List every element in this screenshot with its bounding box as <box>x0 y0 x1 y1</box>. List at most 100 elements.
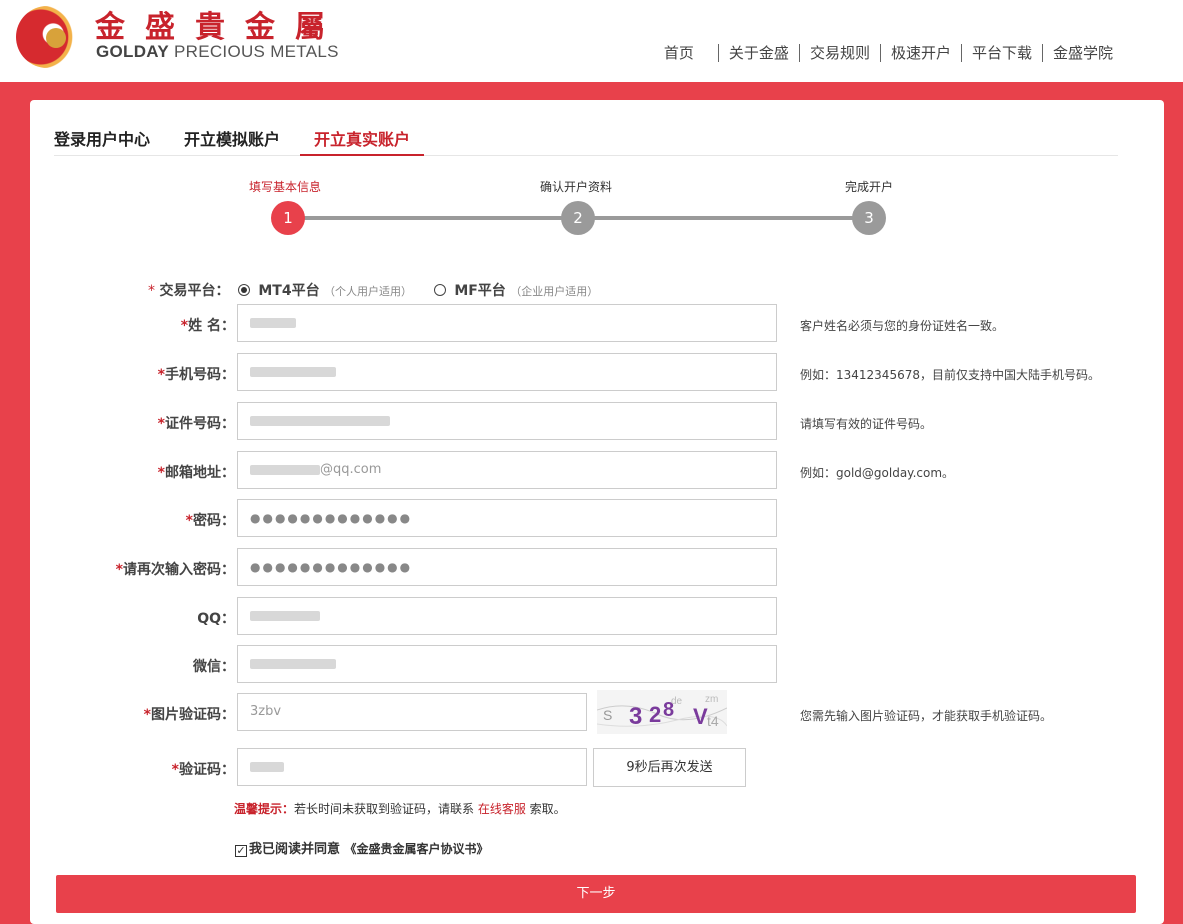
tip-text: 若长时间未获取到验证码，请联系 <box>294 802 478 816</box>
password-label: *密码： <box>185 513 235 529</box>
id-hint: 请填写有效的证件号码。 <box>800 417 933 431</box>
redacted-value <box>250 317 296 328</box>
email-label: *邮箱地址： <box>157 465 235 481</box>
required-star: * <box>148 283 155 299</box>
sms-label: *验证码： <box>171 762 235 778</box>
step-label-1: 填写基本信息 <box>249 180 322 194</box>
resend-code-button[interactable]: 9秒后再次发送 <box>593 748 746 787</box>
agreement-link[interactable]: 《金盛贵金属客户协议书》 <box>345 842 489 856</box>
logo-cn-text[interactable]: 金盛貴金屬 <box>95 2 345 46</box>
svg-text:t4: t4 <box>707 713 719 729</box>
email-hint: 例如：gold@golday.com。 <box>800 466 955 480</box>
phone-label: *手机号码： <box>157 367 235 383</box>
password-confirm-label: *请再次输入密码： <box>115 562 235 578</box>
sms-label-text: 验证码： <box>179 762 235 778</box>
captcha-field[interactable]: 3zbv <box>237 693 587 731</box>
redacted-value <box>250 366 336 377</box>
nav-separator <box>717 43 719 62</box>
online-service-link[interactable]: 在线客服 <box>478 802 526 816</box>
redacted-value <box>250 761 284 772</box>
password-confirm-field[interactable]: ●●●●●●●●●●●●● <box>237 548 777 586</box>
step-label-3: 完成开户 <box>845 180 894 194</box>
nav-about[interactable]: 关于金盛 <box>729 42 789 63</box>
tab-login[interactable]: 登录用户中心 <box>54 122 150 156</box>
account-tabs: 登录用户中心 开立模拟账户 开立真实账户 <box>54 122 1118 156</box>
logo-icon[interactable] <box>16 6 78 68</box>
svg-text:S: S <box>603 707 612 723</box>
qq-field[interactable] <box>237 597 777 635</box>
step-circle-1: 1 <box>271 201 305 235</box>
nav-separator <box>798 43 800 62</box>
name-label: *姓 名： <box>180 318 235 334</box>
tip-suffix: 索取。 <box>525 802 566 816</box>
tab-real-account[interactable]: 开立真实账户 <box>300 122 425 156</box>
nav-separator <box>960 43 962 62</box>
step-circle-2: 2 <box>561 201 595 235</box>
logo-en-bold: GOLDAY <box>96 42 169 61</box>
phone-field[interactable] <box>237 353 777 391</box>
form-card: 登录用户中心 开立模拟账户 开立真实账户 填写基本信息 确认开户资料 完成开户 … <box>30 100 1164 924</box>
captcha-graphic: S 3 2 8 V t4 de zm <box>597 694 727 730</box>
captcha-label: *图片验证码： <box>143 707 235 723</box>
svg-text:3: 3 <box>629 703 642 730</box>
site-header: 金盛貴金屬 GOLDAY PRECIOUS METALS 首页 关于金盛 交易规… <box>0 0 1183 82</box>
top-nav: 首页 关于金盛 交易规则 极速开户 平台下载 金盛学院 <box>664 42 1113 63</box>
captcha-hint: 您需先输入图片验证码，才能获取手机验证码。 <box>800 709 1053 723</box>
nav-separator <box>1041 43 1043 62</box>
platform-mf-name[interactable]: MF平台 <box>454 283 506 299</box>
logo-en-text[interactable]: GOLDAY PRECIOUS METALS <box>96 42 339 62</box>
step-label-2: 确认开户资料 <box>540 180 613 194</box>
agree-checkbox[interactable]: ✓ <box>235 845 247 857</box>
redacted-value <box>250 415 390 426</box>
password-confirm-label-text: 请再次输入密码： <box>123 562 235 578</box>
platform-mt4-note: （个人用户适用） <box>324 285 413 298</box>
nav-download[interactable]: 平台下载 <box>972 42 1032 63</box>
name-hint: 客户姓名必须与您的身份证姓名一致。 <box>800 319 1005 333</box>
agreement-row: ✓ 我已阅读并同意 《金盛贵金属客户协议书》 <box>235 838 489 857</box>
nav-academy[interactable]: 金盛学院 <box>1053 42 1113 63</box>
svg-text:V: V <box>693 704 708 729</box>
email-field[interactable]: @qq.com <box>237 451 777 489</box>
tip-prefix: 温馨提示： <box>234 802 295 816</box>
logo-inner <box>46 28 66 48</box>
warm-tip: 温馨提示：若长时间未获取到验证码，请联系 在线客服 索取。 <box>234 800 566 817</box>
platform-selector: * 交易平台： MT4平台 （个人用户适用） MF平台 （企业用户适用） <box>148 280 598 300</box>
svg-text:2: 2 <box>649 702 661 727</box>
sms-code-field[interactable] <box>237 748 587 786</box>
platform-mf-note: （企业用户适用） <box>510 285 599 298</box>
nav-home[interactable]: 首页 <box>664 42 694 63</box>
nav-open-account[interactable]: 极速开户 <box>891 42 951 63</box>
id-label: *证件号码： <box>157 416 235 432</box>
logo-en-rest: PRECIOUS METALS <box>168 42 339 61</box>
platform-mt4-radio[interactable] <box>237 284 250 296</box>
next-step-button[interactable]: 下一步 <box>56 875 1136 913</box>
id-label-text: 证件号码： <box>165 416 235 432</box>
nav-separator <box>879 43 881 62</box>
password-label-text: 密码： <box>193 513 235 529</box>
step-circle-3: 3 <box>852 201 886 235</box>
wechat-label: 微信： <box>193 659 235 675</box>
id-number-field[interactable] <box>237 402 777 440</box>
wechat-field[interactable] <box>237 645 777 683</box>
platform-label: 交易平台： <box>159 283 230 299</box>
email-suffix: @qq.com <box>320 462 382 477</box>
svg-text:zm: zm <box>705 694 718 705</box>
redacted-value <box>250 464 320 475</box>
nav-rules[interactable]: 交易规则 <box>810 42 870 63</box>
redacted-value <box>250 610 320 621</box>
qq-label: QQ： <box>197 611 235 627</box>
step-line <box>288 216 568 220</box>
phone-label-text: 手机号码： <box>165 367 235 383</box>
captcha-image[interactable]: S 3 2 8 V t4 de zm <box>597 690 727 734</box>
password-field[interactable]: ●●●●●●●●●●●●● <box>237 499 777 537</box>
platform-mt4-name[interactable]: MT4平台 <box>258 283 319 299</box>
name-label-text: 姓 名： <box>188 318 235 334</box>
step-line <box>578 216 868 220</box>
name-field[interactable] <box>237 304 777 342</box>
svg-text:de: de <box>671 696 683 707</box>
email-label-text: 邮箱地址： <box>165 465 235 481</box>
platform-mf-radio[interactable] <box>433 284 446 296</box>
redacted-value <box>250 658 336 669</box>
tab-demo-account[interactable]: 开立模拟账户 <box>184 122 280 156</box>
phone-hint: 例如：13412345678，目前仅支持中国大陆手机号码。 <box>800 368 1100 382</box>
